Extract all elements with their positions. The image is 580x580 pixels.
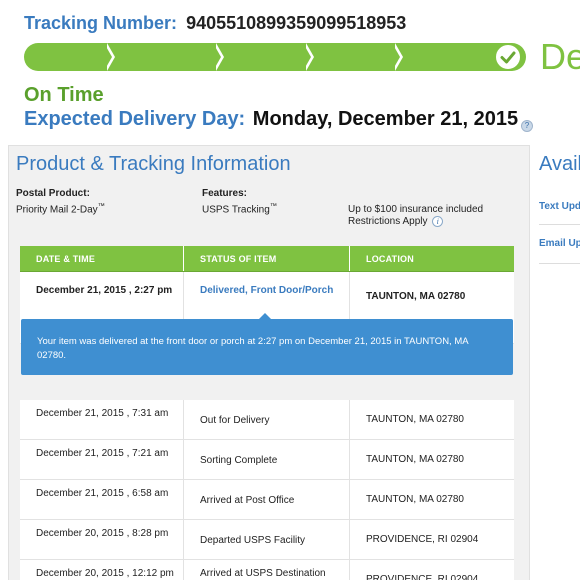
expected-delivery: Expected Delivery Day: Monday, December … [24, 108, 518, 131]
row-datetime: December 21, 2015 , 7:31 am [20, 400, 184, 439]
row-status: Arrived at USPS Destination Facility [184, 560, 350, 580]
table-row: December 20, 2015 , 8:28 pm Departed USP… [20, 520, 514, 560]
panel-title: Product & Tracking Information [16, 153, 291, 175]
row-status: Arrived at Post Office [184, 480, 350, 519]
tracking-header: Tracking Number: 9405510899359099518953 [24, 13, 406, 34]
row-datetime: December 20, 2015 , 12:12 pm [20, 560, 184, 580]
sidebar-divider [539, 224, 580, 225]
table-row: December 21, 2015 , 7:31 am Out for Deli… [20, 400, 514, 440]
row-datetime: December 21, 2015 , 6:58 am [20, 480, 184, 519]
row-status: Sorting Complete [184, 440, 350, 479]
postal-product-label: Postal Product: [16, 188, 90, 199]
row-location: TAUNTON, MA 02780 [366, 454, 464, 465]
column-header-date: DATE & TIME [20, 246, 184, 271]
row-location: PROVIDENCE, RI 02904 [366, 534, 479, 545]
question-icon[interactable]: ? [521, 120, 533, 132]
insurance-text: Up to $100 insurance included [348, 204, 484, 215]
table-header: DATE & TIME STATUS OF ITEM LOCATION [20, 246, 514, 272]
progress-segment-tip [303, 43, 311, 71]
row-location: PROVIDENCE, RI 02904 [366, 574, 479, 580]
sidebar-divider [539, 263, 580, 264]
restrictions-link[interactable]: Restrictions Apply [348, 216, 427, 227]
column-header-location: LOCATION [366, 254, 414, 264]
row-datetime: December 21, 2015 , 7:21 am [20, 440, 184, 479]
row-datetime: December 20, 2015 , 8:28 pm [20, 520, 184, 559]
table-row: December 21, 2015 , 6:58 am Arrived at P… [20, 480, 514, 520]
email-updates-link[interactable]: Email Up [539, 238, 580, 249]
delivered-status-text: De [540, 36, 580, 77]
sidebar-title: Avail [539, 153, 580, 175]
features-value: USPS Tracking™ [202, 203, 277, 215]
features-text: USPS Tracking [202, 204, 270, 216]
table-row: December 21, 2015 , 7:21 am Sorting Comp… [20, 440, 514, 480]
row-location: TAUNTON, MA 02780 [366, 494, 464, 505]
trademark-mark: ™ [97, 203, 105, 210]
tracking-number-value: 9405510899359099518953 [186, 13, 407, 33]
delivery-progress-bar [24, 43, 526, 71]
info-icon[interactable]: i [432, 216, 444, 227]
text-updates-link[interactable]: Text Upd [539, 201, 580, 212]
tracking-number-label: Tracking Number: [24, 13, 178, 33]
features-label: Features: [202, 188, 248, 199]
postal-product-text: Priority Mail 2-Day [16, 204, 98, 216]
row-status: Out for Delivery [184, 400, 350, 439]
row-location: TAUNTON, MA 02780 [366, 414, 464, 425]
restrictions-row: Restrictions Apply i [348, 216, 444, 227]
column-header-status: STATUS OF ITEM [184, 246, 350, 271]
row-status: Departed USPS Facility [184, 520, 350, 559]
expected-delivery-value: Monday, December 21, 2015 [252, 108, 519, 130]
progress-segment-tip [104, 43, 112, 71]
trademark-mark: ™ [269, 203, 277, 210]
table-row: December 20, 2015 , 12:12 pm Arrived at … [20, 560, 514, 580]
expected-delivery-label: Expected Delivery Day: [24, 108, 246, 130]
checkmark-icon [494, 43, 522, 71]
postal-product-value: Priority Mail 2-Day™ [16, 203, 105, 215]
tracking-history-table: DATE & TIME STATUS OF ITEM LOCATION Dece… [20, 246, 514, 580]
progress-segment-tip [392, 43, 400, 71]
progress-segment-tip [213, 43, 221, 71]
delivery-detail-box: Your item was delivered at the front doo… [21, 319, 513, 375]
on-time-label: On Time [24, 84, 104, 106]
